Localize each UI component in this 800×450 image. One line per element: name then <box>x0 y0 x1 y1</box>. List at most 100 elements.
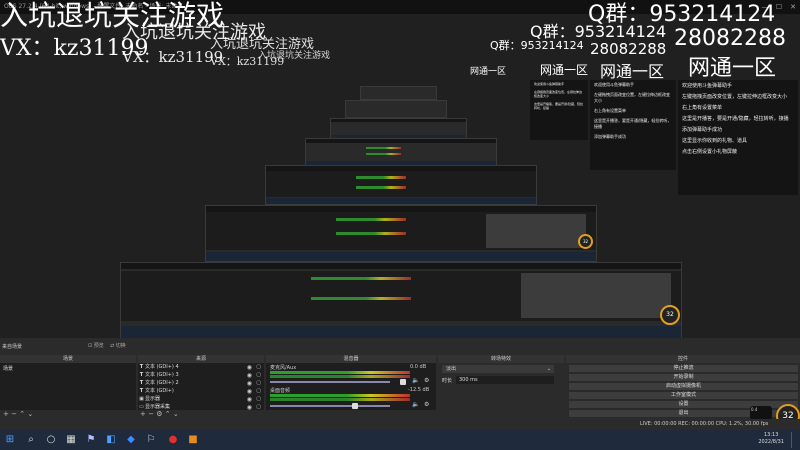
overlay-title-echo-2: 入坑退坑关注游戏 <box>210 37 315 52</box>
app-icon-blue[interactable]: ◆ <box>124 433 138 447</box>
mixer-channel-1-meter-r <box>270 375 410 378</box>
danmaku-panel-mirror: 欢迎使用斗鱼弹幕助手 左键拖拽页面改变位置，左键拉伸边框改变大小 右上角有设置菜… <box>590 80 676 170</box>
transitions-panel-title: 转场特效 <box>438 355 564 363</box>
eye-icon[interactable]: ◉ <box>247 380 252 387</box>
monitor-icon: ▣ <box>139 396 144 402</box>
windows-start-icon[interactable]: ⊞ <box>3 433 17 447</box>
preview-mirror-5 <box>330 118 467 139</box>
mixer-channel-2-name: 桌面音频 <box>270 388 291 394</box>
eye-icon[interactable]: ◉ <box>247 396 252 403</box>
duration-label: 时长 <box>442 378 453 384</box>
remove-icon[interactable]: − <box>148 410 154 418</box>
scene-header-label: 来自场景 <box>2 344 23 350</box>
overlay-wechat-echo-1: VX：kz31199 <box>122 48 224 66</box>
mixer-channel-2-meter <box>270 394 410 397</box>
stop-stream-button[interactable]: 停止推流 <box>568 364 799 373</box>
taskbar <box>0 430 800 450</box>
studio-mode-button[interactable]: 工作室模式 <box>568 391 799 400</box>
lock-icon[interactable]: ▢ <box>256 372 261 379</box>
mixer-channel-1-fader[interactable] <box>270 381 390 383</box>
fps-badge-mirror: 32 <box>660 305 680 325</box>
eye-icon[interactable]: ◉ <box>247 372 252 379</box>
mixer-panel-title: 混音器 <box>266 355 436 363</box>
chevron-down-icon: ⌄ <box>546 366 551 372</box>
clock-date: 2022/8/31 <box>758 439 784 445</box>
chat-line: 欢迎使用斗鱼弹幕助手 <box>682 83 733 89</box>
close-icon[interactable]: ✕ <box>786 0 800 14</box>
text-icon: T <box>139 372 144 378</box>
source-item[interactable]: T 文本 (GDI+) 4 ◉ ▢ <box>138 364 264 371</box>
lock-icon[interactable]: ▢ <box>256 396 261 403</box>
gear-icon[interactable]: ⚙ <box>424 401 429 408</box>
app-icon-store[interactable]: ◧ <box>104 433 118 447</box>
chat-line: 欢迎使用斗鱼弹幕助手 <box>594 82 634 87</box>
virtual-camera-button[interactable]: 启动虚拟摄像机 <box>568 382 799 391</box>
preview-mirror-4 <box>305 138 497 166</box>
speaker-icon[interactable]: 🔈 <box>412 377 419 384</box>
source-item[interactable]: T 文本 (GDI+) 3 ◉ ▢ <box>138 372 264 379</box>
chat-line: 添加弹幕助手成功 <box>682 127 723 133</box>
preview-mirror-1 <box>120 262 682 339</box>
move-down-icon[interactable]: ⌄ <box>173 410 179 418</box>
move-down-icon[interactable]: ⌄ <box>27 410 33 418</box>
chat-line: 点击右侧设置小礼物屏蔽 <box>682 149 738 155</box>
transition-type-select[interactable]: 淡出 ⌄ <box>442 365 554 373</box>
overlay-qq-echo-1: Q群：953214124 <box>530 22 667 41</box>
add-icon[interactable]: + <box>140 410 146 418</box>
lock-icon[interactable]: ▢ <box>256 388 261 395</box>
fps-badge-stats: 0.4 <box>750 406 772 420</box>
source-item[interactable]: ▣显示器 ◉ ▢ <box>138 396 264 403</box>
sources-panel-title: 来源 <box>138 355 264 363</box>
source-item[interactable]: T 文本 (GDI+) 2 ◉ ▢ <box>138 380 264 387</box>
preview-button[interactable]: ⊡ 预览 <box>88 342 104 349</box>
mixer-channel-2-knob[interactable] <box>352 403 358 409</box>
scene-item[interactable]: 场景 <box>3 365 13 372</box>
scenes-toolbar: + − ⌃ ⌄ <box>3 410 33 419</box>
chat-line: 左键拖拽页面改变位置，左键拉伸边框改变大小 <box>594 92 670 103</box>
gear-icon[interactable]: ⚙ <box>424 377 429 384</box>
app-icon-game[interactable]: ⚑ <box>84 433 98 447</box>
chat-line: 左键拖拽页面改变位置，左键拉伸边框改变大小 <box>682 94 788 100</box>
add-icon[interactable]: + <box>3 410 9 418</box>
app-icon-obs[interactable]: ● <box>166 433 180 447</box>
start-recording-button[interactable]: 开始录制 <box>568 373 799 382</box>
eye-icon[interactable]: ◉ <box>247 388 252 395</box>
text-icon: T <box>139 380 144 386</box>
chat-line: 这里显示你收到的礼物、道具 <box>682 138 748 144</box>
app-icon-cs[interactable]: ⚐ <box>144 433 158 447</box>
search-icon[interactable]: ⌕ <box>24 433 38 447</box>
status-bar: LIVE: 00:00:00 REC: 00:00:00 CPU: 1.2%, … <box>0 419 800 430</box>
taskbar-clock[interactable]: 13:13 2022/8/31 <box>758 432 784 446</box>
app-icon-orange[interactable]: ■ <box>186 433 200 447</box>
show-desktop-button[interactable] <box>791 432 798 448</box>
remove-icon[interactable]: − <box>11 410 17 418</box>
chat-line: 这里是开播答，要是开通/隐藏，轻拉转听，接播 <box>534 102 584 110</box>
mixer-channel-2-fader[interactable] <box>270 405 390 407</box>
cortana-icon[interactable]: ○ <box>44 433 58 447</box>
eye-icon[interactable]: ◉ <box>247 404 252 411</box>
sources-toolbar: + − ⚙ ⌃ ⌄ <box>140 410 179 419</box>
danmaku-panel-mirror-2: 欢迎使用斗鱼弹幕助手 左键拖拽页面改变位置，左键拉伸边框改变大小 这里是开播答，… <box>530 80 588 140</box>
eye-icon[interactable]: ◉ <box>247 364 252 371</box>
move-up-icon[interactable]: ⌃ <box>165 410 171 418</box>
duration-input[interactable]: 300 ms <box>456 376 554 384</box>
danmaku-panel: 欢迎使用斗鱼弹幕助手 左键拖拽页面改变位置，左键拉伸边框改变大小 右上角有设置菜… <box>678 80 798 195</box>
overlay-region-echo-2: 网通一区 <box>540 63 589 77</box>
lock-icon[interactable]: ▢ <box>256 364 261 371</box>
mixer-channel-1-meter <box>270 371 410 374</box>
speaker-icon[interactable]: 🔈 <box>412 401 419 408</box>
lock-icon[interactable]: ▢ <box>256 380 261 387</box>
preview-mirror-3 <box>265 165 537 205</box>
chat-line: 欢迎使用斗鱼弹幕助手 <box>534 82 565 86</box>
transition-button[interactable]: ⇄ 切换 <box>110 342 126 349</box>
mixer-channel-2-meter-r <box>270 398 410 401</box>
mixer-channel-1-name: 麦克风/Aux <box>270 365 297 371</box>
settings-icon[interactable]: ⚙ <box>156 410 162 418</box>
overlay-region-echo-1: 网通一区 <box>600 62 665 81</box>
lock-icon[interactable]: ▢ <box>256 404 261 411</box>
task-view-icon[interactable]: ▦ <box>64 433 78 447</box>
scenes-list: 场景 <box>0 363 136 410</box>
source-item[interactable]: T 文本 (GDI+) ◉ ▢ <box>138 388 264 395</box>
move-up-icon[interactable]: ⌃ <box>19 410 25 418</box>
mixer-channel-1-knob[interactable] <box>400 379 406 385</box>
